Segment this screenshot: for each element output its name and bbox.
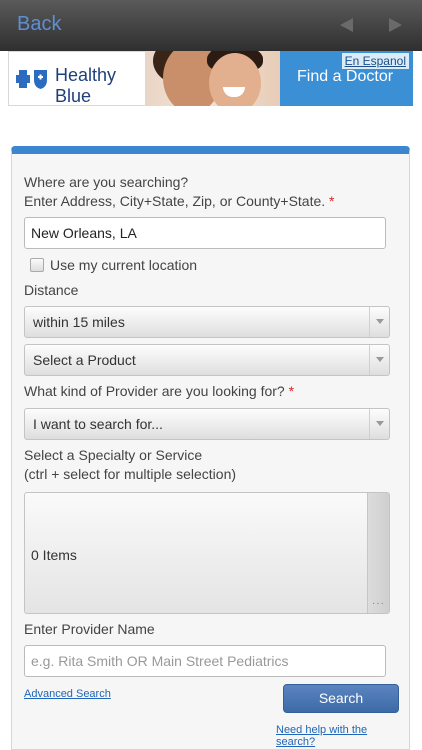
resize-grip-icon[interactable]: ··· [372, 598, 385, 609]
location-input[interactable]: New Orleans, LA [24, 217, 386, 249]
listbox-scrollbar[interactable]: ··· [367, 493, 389, 613]
distance-select[interactable]: within 15 miles [24, 306, 390, 338]
spanish-language-link[interactable]: En Espanol [341, 53, 409, 69]
next-arrow-icon[interactable] [389, 18, 402, 32]
previous-arrow-icon[interactable] [340, 18, 353, 32]
provider-kind-label: What kind of Provider are you looking fo… [24, 383, 295, 399]
product-select[interactable]: Select a Product [24, 344, 390, 376]
current-location-label[interactable]: Use my current location [50, 256, 197, 275]
required-marker: * [329, 193, 335, 209]
chevron-down-icon [369, 307, 389, 337]
chevron-down-icon [369, 409, 389, 439]
header-banner: Healthy Blue En Espanol Find a Doctor [8, 51, 413, 106]
provider-kind-select[interactable]: I want to search for... [24, 408, 390, 440]
search-help-link[interactable]: Need help with the search? [276, 724, 409, 748]
brand-name: Healthy Blue [55, 65, 117, 106]
required-marker: * [288, 383, 295, 399]
chevron-down-icon [369, 345, 389, 375]
family-photo [145, 51, 280, 106]
advanced-search-link[interactable]: Advanced Search [24, 688, 111, 700]
provider-name-input[interactable]: e.g. Rita Smith OR Main Street Pediatric… [24, 645, 386, 677]
specialty-listbox[interactable]: 0 Items ··· [24, 492, 390, 614]
brand-logo: Healthy Blue [8, 51, 145, 106]
distance-label: Distance [24, 282, 79, 298]
search-button[interactable]: Search [283, 684, 399, 713]
current-location-checkbox[interactable] [30, 258, 44, 272]
top-navigation-bar: Back [0, 0, 422, 51]
specialty-item-count: 0 Items [31, 547, 77, 563]
location-label: Where are you searching? Enter Address, … [24, 174, 335, 209]
back-button[interactable]: Back [17, 13, 61, 36]
provider-name-label: Enter Provider Name [24, 621, 155, 637]
find-a-doctor-title: Find a Doctor [297, 68, 394, 85]
search-form-panel: Where are you searching? Enter Address, … [11, 146, 410, 750]
cross-shield-icon [16, 70, 47, 89]
find-a-doctor-banner: En Espanol Find a Doctor [280, 51, 413, 106]
specialty-label: Select a Specialty or Service (ctrl + se… [24, 447, 237, 482]
